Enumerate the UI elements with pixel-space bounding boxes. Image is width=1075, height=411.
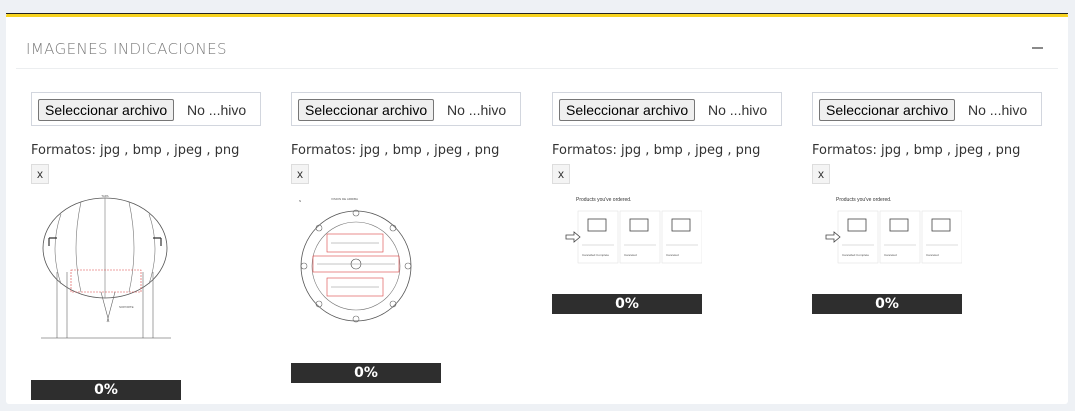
upload-progress: 0%	[31, 380, 181, 400]
image-caption: Products you've ordered.	[836, 197, 891, 203]
file-name-text: No ...hivo	[447, 102, 507, 118]
svg-text:SOPORTE: SOPORTE	[119, 305, 134, 309]
progress-label: 0%	[354, 365, 378, 381]
progress-label: 0%	[875, 296, 899, 312]
product-label: Canceled	[624, 253, 637, 257]
preview-image: Products you've ordered. Cancelled Compl…	[552, 193, 702, 271]
upload-panel: IMAGENES INDICACIONES Seleccionar archiv…	[6, 13, 1068, 404]
panel-header: IMAGENES INDICACIONES	[16, 17, 1058, 69]
file-input[interactable]: Seleccionar archivo No ...hivo	[812, 92, 1042, 126]
progress-label: 0%	[615, 296, 639, 312]
formats-text: Formatos: jpg , bmp , jpeg , png	[552, 143, 761, 158]
remove-button[interactable]: x	[31, 164, 49, 184]
svg-text:N: N	[299, 199, 301, 203]
product-label: Canceled	[884, 253, 897, 257]
preview-image: VISION DE ARRIBA N	[291, 194, 441, 332]
panel-title: IMAGENES INDICACIONES	[26, 40, 227, 58]
upload-progress: 0%	[552, 294, 702, 314]
product-label: Cancelled Complete	[842, 253, 869, 257]
upload-progress: 0%	[812, 294, 962, 314]
product-label: Canceled	[666, 253, 679, 257]
upload-progress: 0%	[291, 363, 441, 383]
file-input[interactable]: Seleccionar archivo No ...hivo	[291, 92, 521, 126]
file-input[interactable]: Seleccionar archivo No ...hivo	[31, 92, 261, 126]
file-name-text: No ...hivo	[187, 102, 247, 118]
choose-file-button[interactable]: Seleccionar archivo	[38, 99, 175, 121]
file-name-text: No ...hivo	[708, 102, 768, 118]
choose-file-button[interactable]: Seleccionar archivo	[819, 99, 956, 121]
remove-button[interactable]: x	[291, 164, 309, 184]
product-label: Cancelled Complete	[582, 253, 609, 257]
minus-icon[interactable]	[1032, 47, 1043, 49]
formats-text: Formatos: jpg , bmp , jpeg , png	[812, 143, 1021, 158]
product-label: Canceled	[926, 253, 939, 257]
file-name-text: No ...hivo	[968, 102, 1028, 118]
svg-text:TAPA: TAPA	[101, 194, 108, 198]
choose-file-button[interactable]: Seleccionar archivo	[298, 99, 435, 121]
remove-button[interactable]: x	[552, 164, 570, 184]
remove-button[interactable]: x	[812, 164, 830, 184]
image-caption: Products you've ordered.	[576, 197, 631, 203]
progress-label: 0%	[94, 382, 118, 398]
file-input[interactable]: Seleccionar archivo No ...hivo	[552, 92, 782, 126]
formats-text: Formatos: jpg , bmp , jpeg , png	[31, 143, 240, 158]
preview-image: Products you've ordered. Cancelled Compl…	[812, 193, 962, 271]
choose-file-button[interactable]: Seleccionar archivo	[559, 99, 696, 121]
preview-image: SOPORTE TAPA	[31, 192, 181, 348]
formats-text: Formatos: jpg , bmp , jpeg , png	[291, 143, 500, 158]
svg-text:VISION DE ARRIBA: VISION DE ARRIBA	[331, 197, 358, 201]
